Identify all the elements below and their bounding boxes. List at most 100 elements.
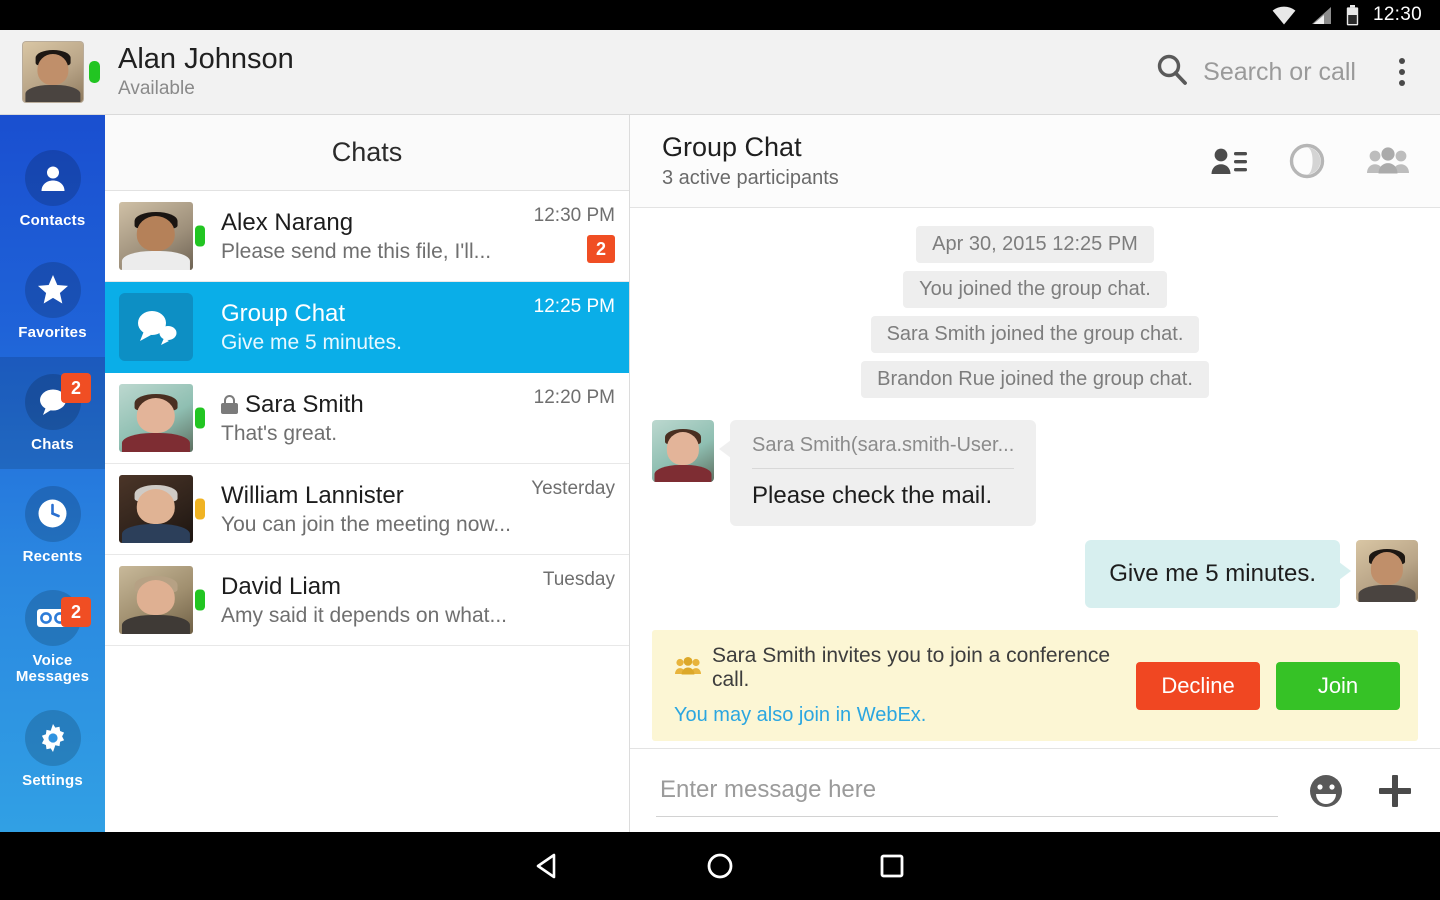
sidebar-item-label: Voice Messages xyxy=(15,651,90,685)
system-message-text: Brandon Rue joined the group chat. xyxy=(861,361,1209,398)
presence-indicator xyxy=(195,225,205,247)
sidebar-badge: 2 xyxy=(61,597,91,627)
person-icon xyxy=(24,149,81,206)
message-preview: You can join the meeting now... xyxy=(221,512,511,536)
emoji-smiley-icon[interactable] xyxy=(1308,773,1344,809)
cellular-signal-icon xyxy=(1310,6,1332,25)
add-people-icon[interactable] xyxy=(1366,146,1410,176)
timestamp: 12:20 PM xyxy=(533,387,615,408)
timestamp: Tuesday xyxy=(542,569,615,590)
battery-icon xyxy=(1346,4,1359,26)
conversation-panel: Group Chat 3 active participants Apr 30,… xyxy=(630,115,1440,832)
sidebar-item-label: Contacts xyxy=(19,211,86,229)
message-input[interactable] xyxy=(656,764,1278,817)
join-button[interactable]: Join xyxy=(1276,661,1400,710)
chat-list-item[interactable]: William Lannister You can join the meeti… xyxy=(105,464,629,555)
back-triangle-icon[interactable] xyxy=(462,832,634,900)
status-bar-clock: 12:30 xyxy=(1372,4,1422,25)
lock-icon xyxy=(221,395,238,414)
group-people-icon xyxy=(674,656,702,681)
search-bar[interactable]: Search or call xyxy=(1155,53,1356,92)
contact-name: Group Chat xyxy=(221,299,346,327)
chat-list-item[interactable]: David Liam Amy said it depends on what..… xyxy=(105,555,629,646)
invite-message: Sara Smith invites you to join a confere… xyxy=(712,644,1111,691)
main-area: Contacts Favorites 2 Chats Recents 2 Voi… xyxy=(0,115,1440,832)
message-preview: That's great. xyxy=(221,421,338,445)
sidebar-item-settings[interactable]: Settings xyxy=(0,693,105,805)
presence-indicator xyxy=(195,589,205,611)
chat-list-title: Chats xyxy=(331,137,403,167)
search-placeholder: Search or call xyxy=(1203,57,1356,86)
timestamp: 12:25 PM xyxy=(533,296,615,317)
conversation-header: Group Chat 3 active participants xyxy=(630,115,1440,208)
unread-badge: 2 xyxy=(587,235,615,263)
sidebar-item-label: Chats xyxy=(31,435,74,453)
chat-list-header: Chats xyxy=(105,115,629,191)
timestamp: 12:30 PM xyxy=(533,205,615,226)
system-message: Sara Smith joined the group chat. xyxy=(652,316,1418,353)
date-divider: Apr 30, 2015 12:25 PM xyxy=(916,226,1154,263)
conference-invite-banner: Sara Smith invites you to join a confere… xyxy=(652,630,1418,741)
message-text: Please check the mail. xyxy=(752,482,993,509)
avatar xyxy=(119,566,193,634)
message-outgoing: Give me 5 minutes. xyxy=(652,540,1418,608)
sidebar-item-voice-messages[interactable]: 2 Voice Messages xyxy=(0,581,105,693)
message-composer xyxy=(630,748,1440,832)
my-avatar[interactable] xyxy=(22,41,100,103)
call-circle-icon[interactable] xyxy=(1288,142,1326,180)
message-preview: Please send me this file, I'll... xyxy=(221,239,492,263)
participant-list-icon[interactable] xyxy=(1210,146,1248,176)
sidebar-item-contacts[interactable]: Contacts xyxy=(0,133,105,245)
system-message: You joined the group chat. xyxy=(652,271,1418,308)
search-icon xyxy=(1155,53,1189,92)
message-sender: Sara Smith(sara.smith-User... xyxy=(752,434,1015,469)
group-chat-icon xyxy=(119,293,193,361)
conversation-title: Group Chat xyxy=(662,132,802,163)
overflow-menu-icon[interactable] xyxy=(1380,46,1424,98)
app-header: Alan Johnson Available Search or call xyxy=(0,30,1440,115)
avatar xyxy=(119,475,193,543)
message-thread: Apr 30, 2015 12:25 PM You joined the gro… xyxy=(630,208,1440,748)
sidebar-item-label: Recents xyxy=(22,547,83,565)
my-name: Alan Johnson xyxy=(118,43,294,76)
home-circle-icon[interactable] xyxy=(634,832,806,900)
message-bubble: Give me 5 minutes. xyxy=(1085,540,1351,608)
clock-icon xyxy=(24,485,81,542)
chat-list-item[interactable]: Alex Narang Please send me this file, I'… xyxy=(105,191,629,282)
contact-name: David Liam xyxy=(221,572,342,600)
presence-indicator xyxy=(195,498,205,520)
contact-name: Alex Narang xyxy=(221,208,354,236)
decline-button[interactable]: Decline xyxy=(1136,661,1260,710)
message-bubble: Sara Smith(sara.smith-User... Please che… xyxy=(718,420,1037,526)
system-message: Apr 30, 2015 12:25 PM xyxy=(652,226,1418,263)
system-message-text: You joined the group chat. xyxy=(903,271,1167,308)
chat-list-item-selected[interactable]: Group Chat Give me 5 minutes. 12:25 PM xyxy=(105,282,629,373)
recents-square-icon[interactable] xyxy=(806,832,978,900)
timestamp: Yesterday xyxy=(531,478,615,499)
sidebar-item-recents[interactable]: Recents xyxy=(0,469,105,581)
avatar xyxy=(652,420,714,482)
contact-name: Sara Smith xyxy=(245,390,364,418)
android-status-bar: 12:30 xyxy=(0,0,1440,30)
app-root: 12:30 Alan Johnson Available Search or c… xyxy=(0,0,1440,900)
avatar xyxy=(1356,540,1418,602)
webex-link[interactable]: You may also join in WebEx. xyxy=(674,704,926,727)
message-preview: Amy said it depends on what... xyxy=(221,603,507,627)
my-status: Available xyxy=(118,78,195,99)
sidebar-item-label: Favorites xyxy=(18,323,87,341)
wifi-icon xyxy=(1272,6,1296,25)
android-nav-bar xyxy=(0,832,1440,900)
plus-icon[interactable] xyxy=(1376,772,1414,810)
presence-indicator xyxy=(195,407,205,429)
avatar xyxy=(119,202,193,270)
system-message: Brandon Rue joined the group chat. xyxy=(652,361,1418,398)
sidebar-item-favorites[interactable]: Favorites xyxy=(0,245,105,357)
message-incoming: Sara Smith(sara.smith-User... Please che… xyxy=(652,420,1418,526)
sidebar-item-chats[interactable]: 2 Chats xyxy=(0,357,105,469)
chat-list-item[interactable]: Sara Smith That's great. 12:20 PM xyxy=(105,373,629,464)
avatar-image xyxy=(22,41,84,103)
participants-count: 3 active participants xyxy=(662,166,839,189)
sidebar-item-label: Settings xyxy=(22,771,83,789)
chat-list-panel: Chats Alex Narang Please send me this fi… xyxy=(105,115,630,832)
sidebar-badge: 2 xyxy=(61,373,91,403)
